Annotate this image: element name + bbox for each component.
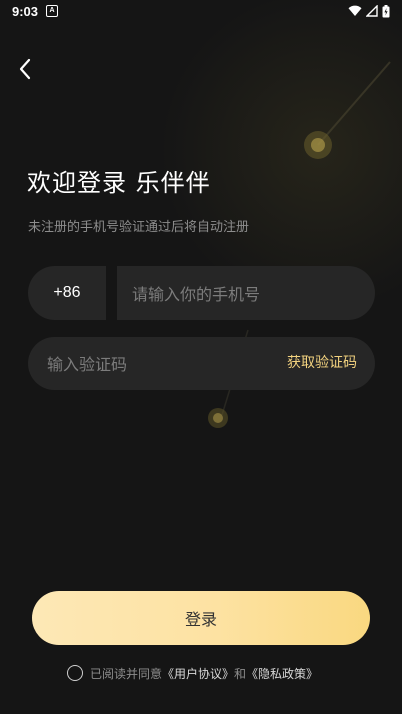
login-button[interactable]: 登录 [32,591,370,645]
chevron-left-icon [19,58,31,80]
battery-icon [382,4,390,17]
user-agreement-link[interactable]: 《用户协议》 [162,665,234,682]
login-screen: 9:03 A 欢迎登录 乐伴伴 未注册的手机号验证通过后将自动注册 +86 请输… [0,0,402,714]
keyboard-a-icon: A [46,5,59,17]
agreement-conjunction: 和 [234,666,247,681]
agreement-row: 已阅读并同意 《用户协议》 和 《隐私政策》 [67,663,318,683]
verification-code-input[interactable] [45,337,269,392]
agreement-prefix: 已阅读并同意 [90,666,163,681]
page-title: 欢迎登录 乐伴伴 [27,169,211,197]
wifi-icon [348,5,362,16]
get-code-button[interactable]: 获取验证码 [287,337,357,390]
phone-field [117,266,375,322]
verification-code-field: 获取验证码 [28,337,375,392]
status-time: 9:03 [12,3,39,19]
phone-input[interactable] [130,266,354,322]
privacy-policy-link[interactable]: 《隐私政策》 [246,665,318,682]
agreement-checkbox[interactable] [67,665,83,681]
signal-icon [366,5,378,17]
back-button[interactable] [12,56,38,82]
country-code-selector[interactable]: +86 [28,266,106,320]
status-bar: 9:03 A [0,0,402,22]
page-subtitle: 未注册的手机号验证通过后将自动注册 [28,220,250,235]
